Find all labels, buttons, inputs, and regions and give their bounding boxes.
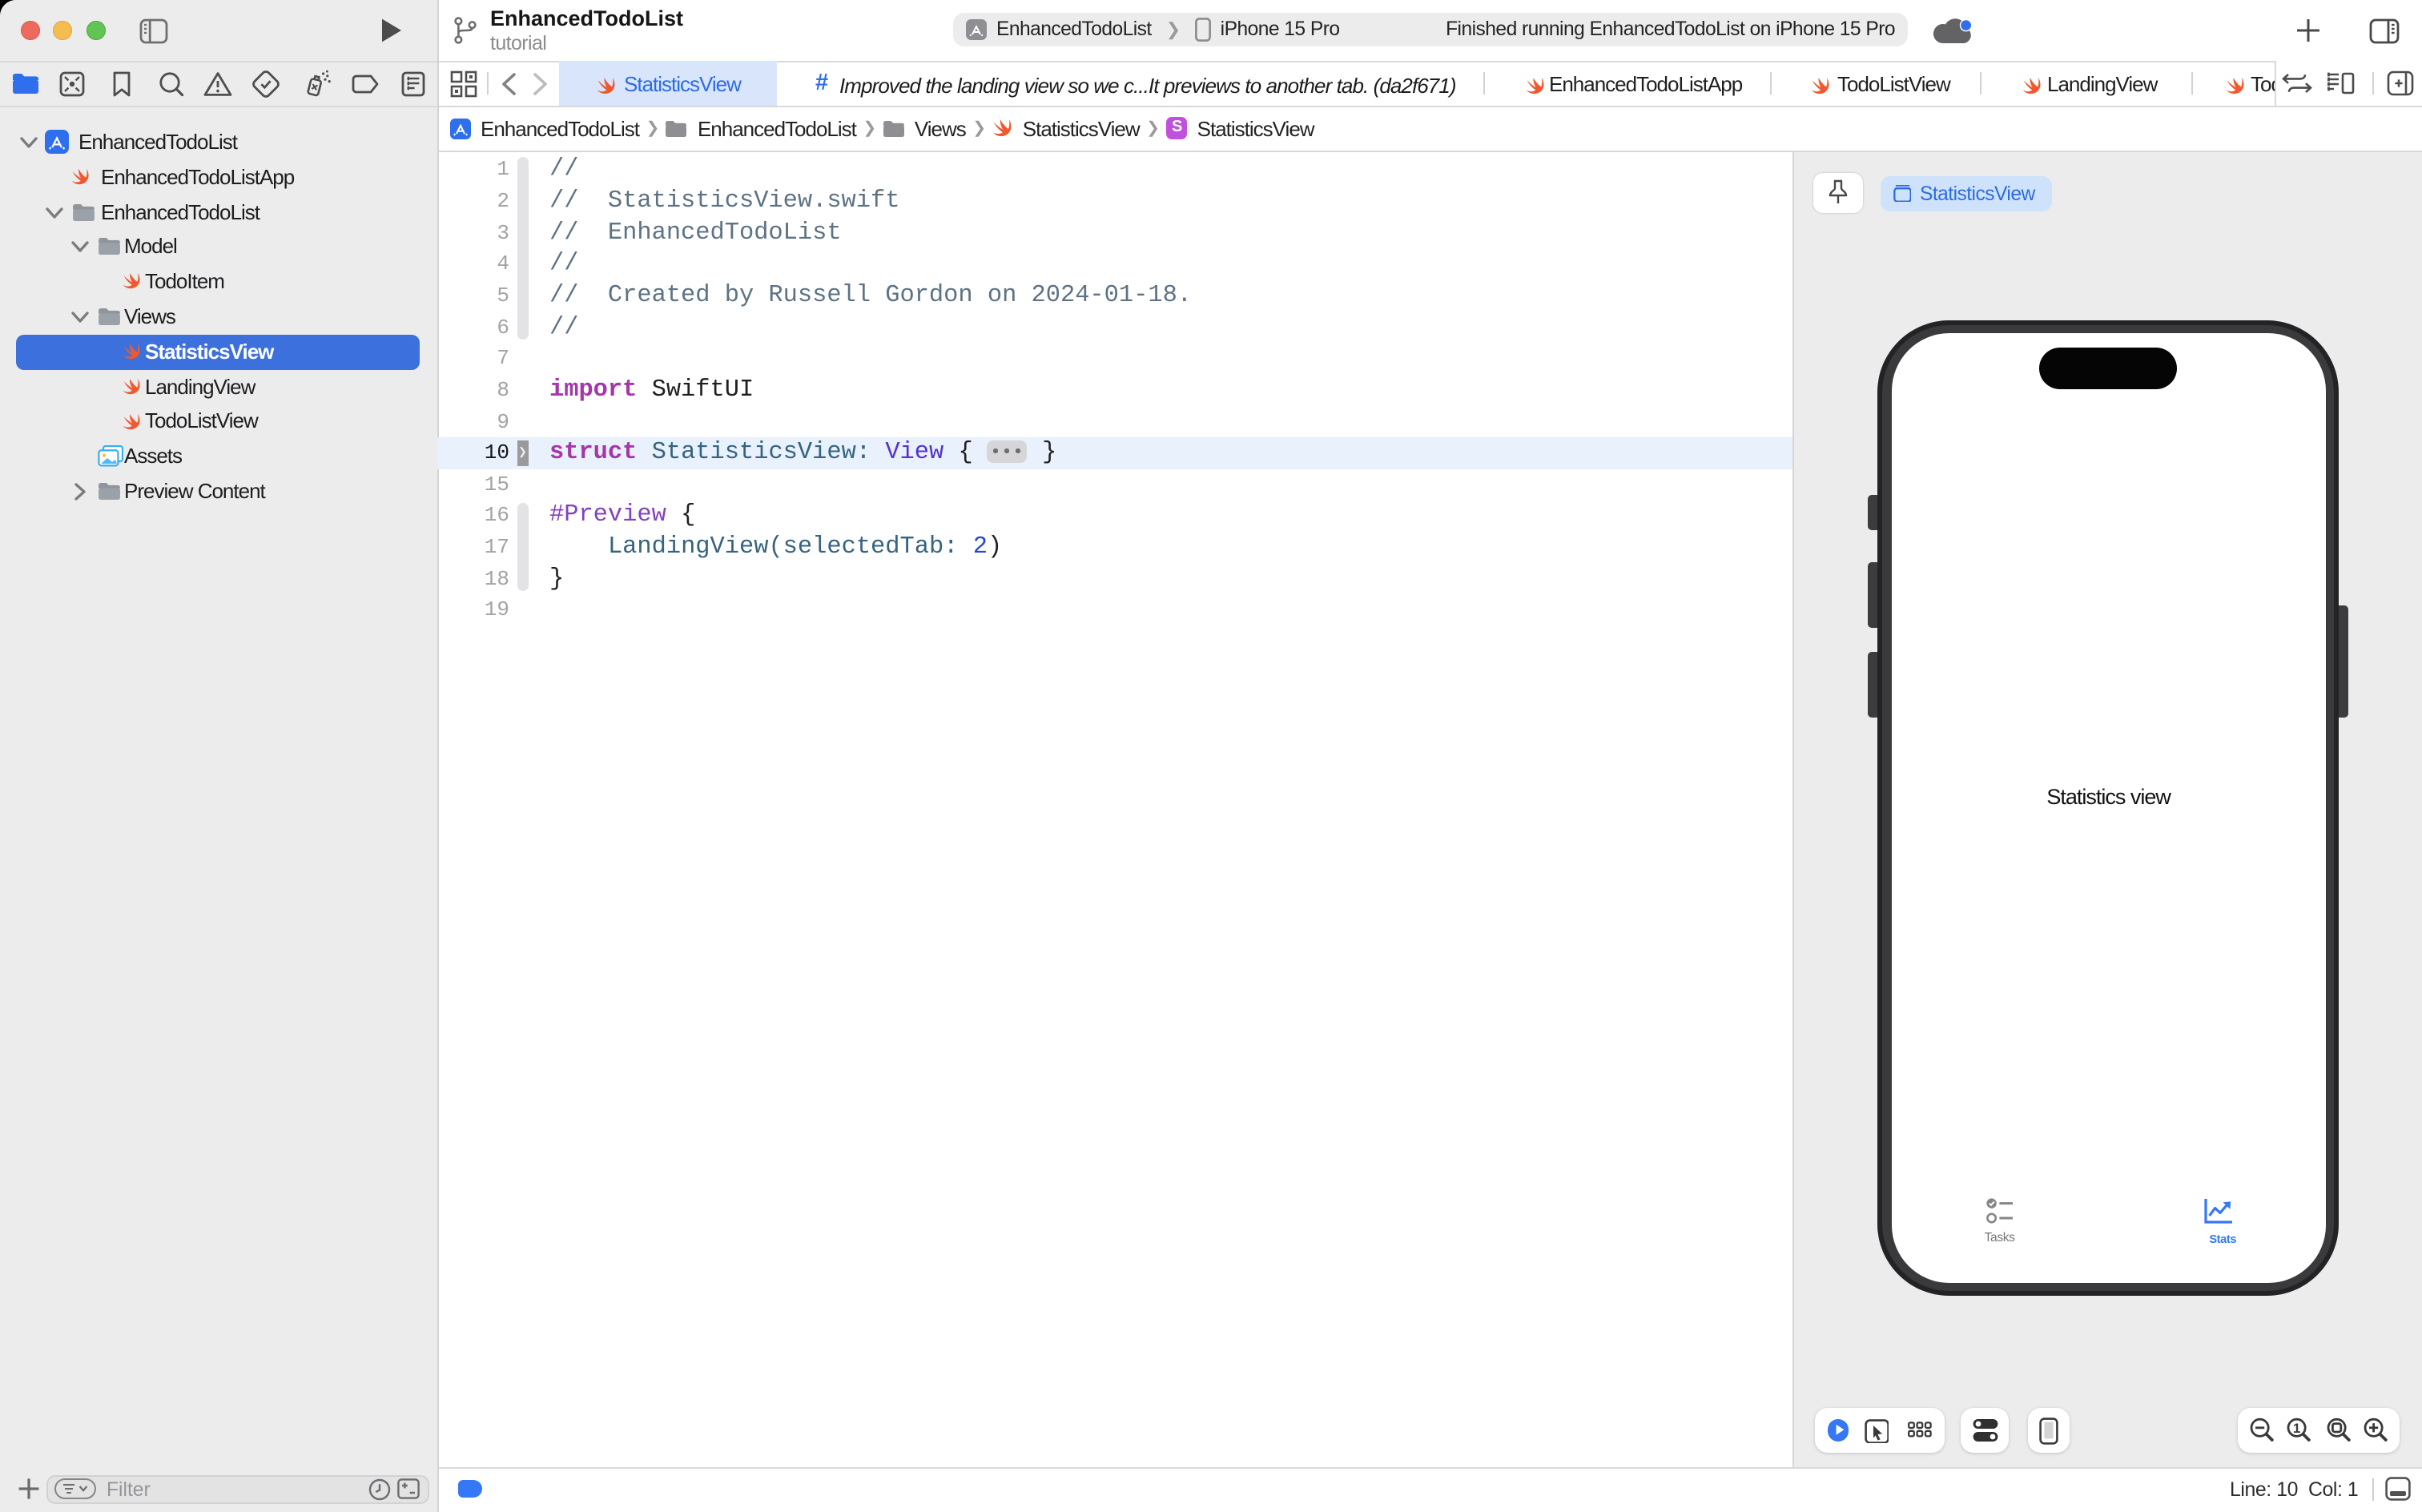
svg-text:1: 1 — [2293, 1421, 2300, 1436]
